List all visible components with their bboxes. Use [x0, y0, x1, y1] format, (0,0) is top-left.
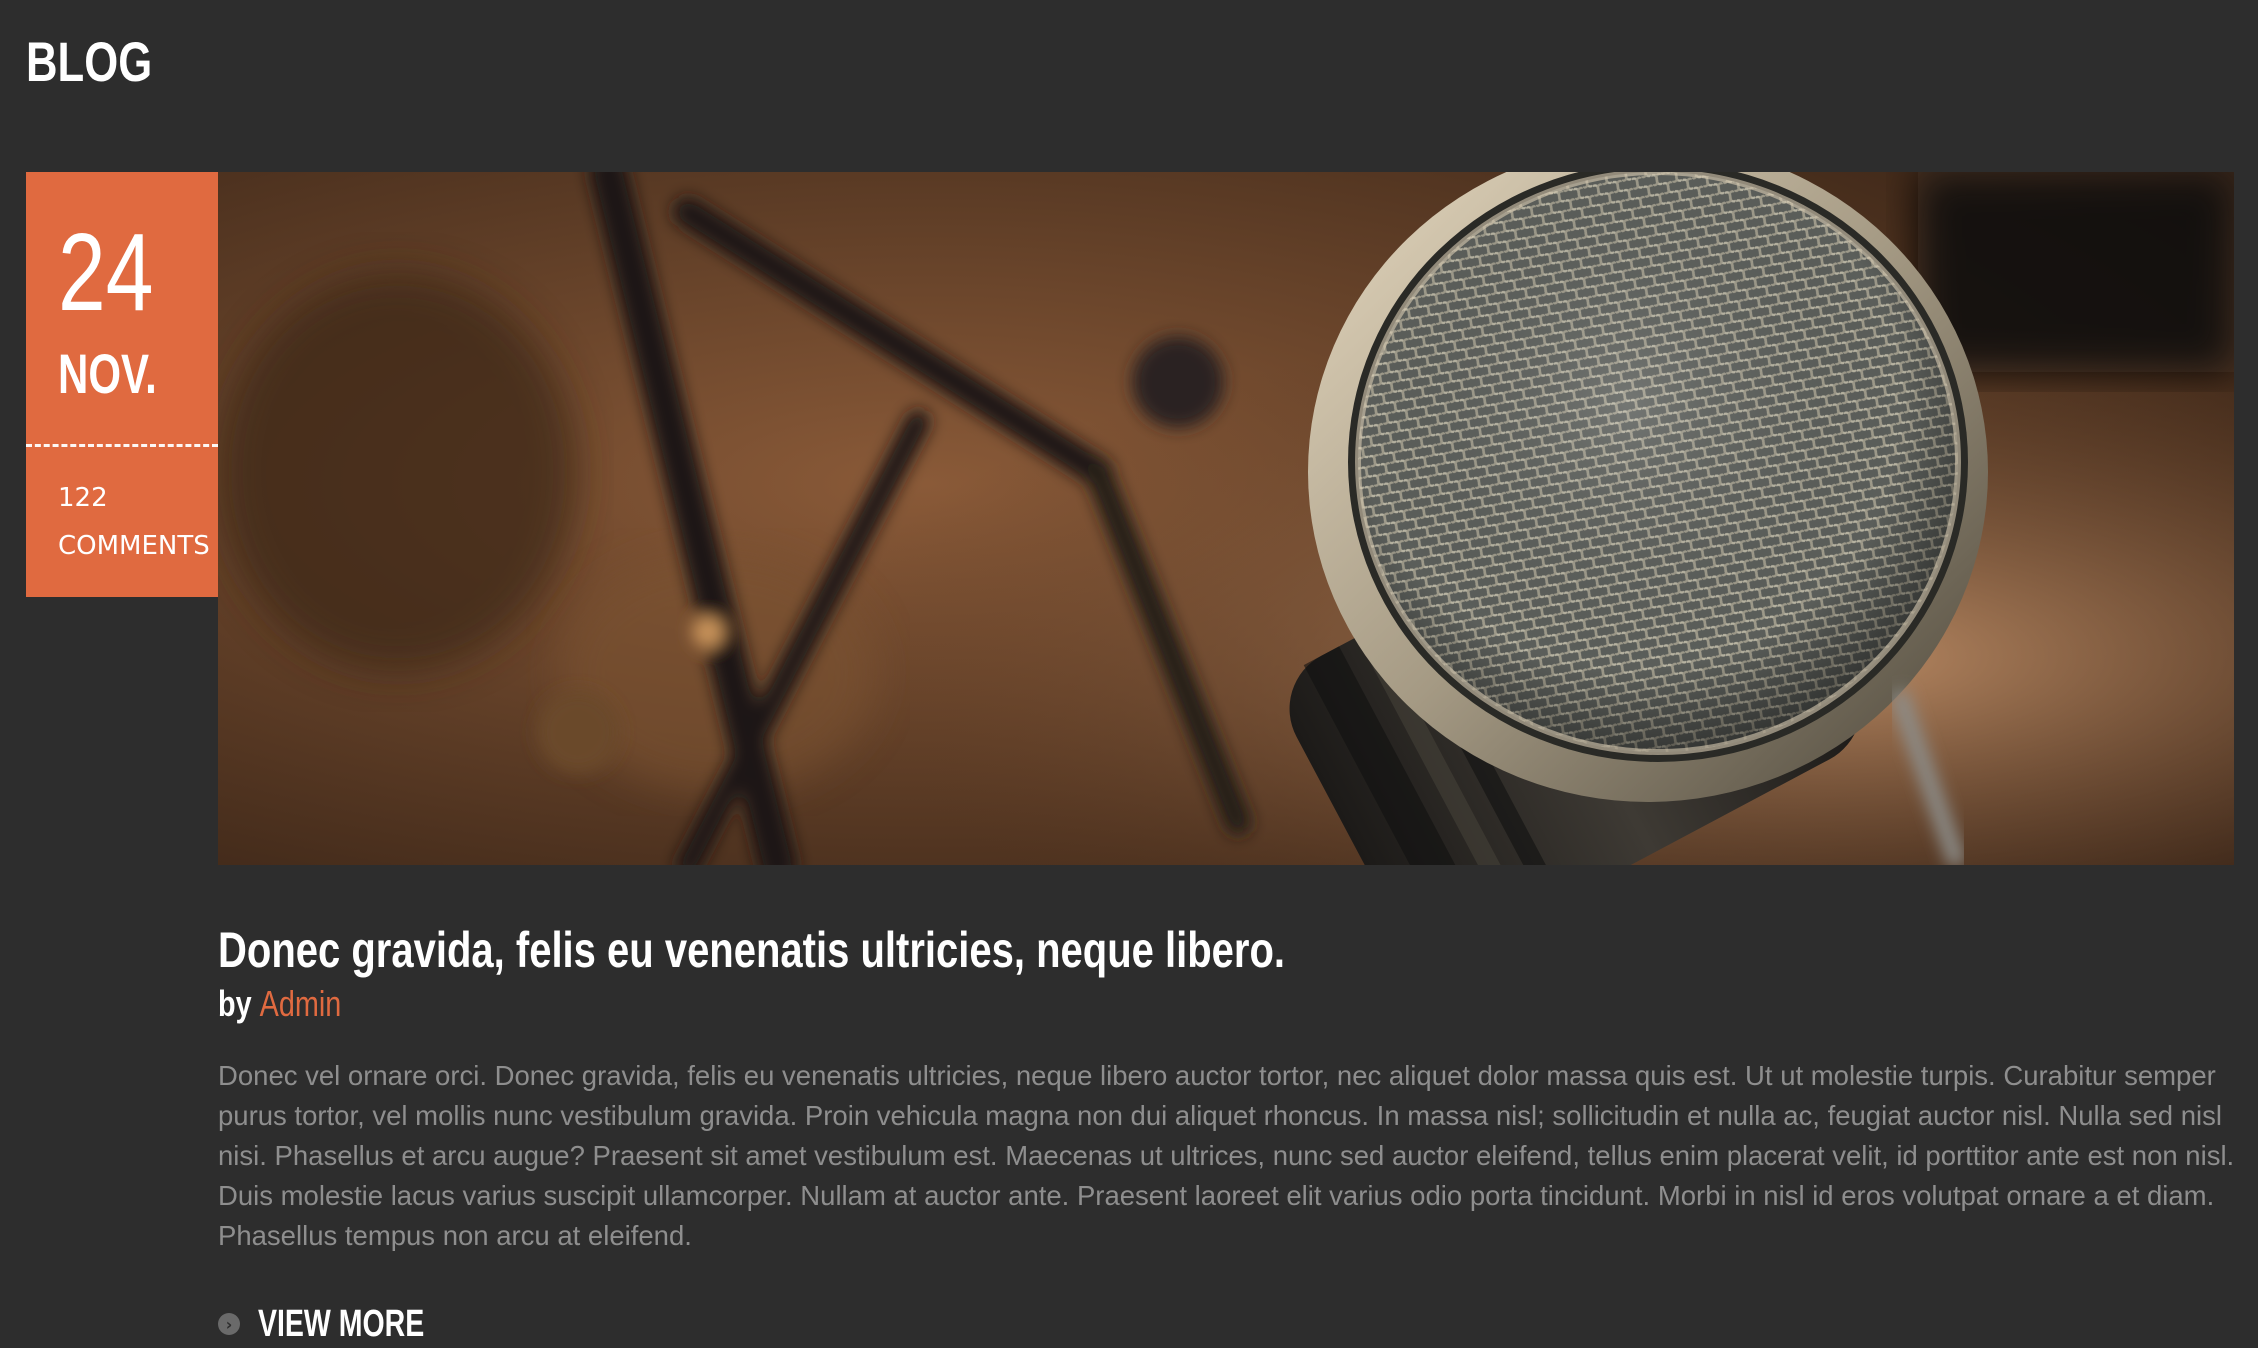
- date-badge: 24 NOV. 122 COMMENTS: [26, 172, 218, 597]
- chevron-right-circle-icon: ›: [218, 1313, 240, 1335]
- comment-count-label: COMMENTS: [58, 531, 210, 561]
- section-title: BLOG: [26, 30, 153, 93]
- date-divider: [26, 444, 218, 447]
- post-excerpt: Donec vel ornare orci. Donec gravida, fe…: [218, 1060, 2235, 1251]
- view-more-link[interactable]: › VIEW MORE: [218, 1302, 480, 1346]
- date-day: 24: [58, 211, 154, 334]
- post-title[interactable]: Donec gravida, felis eu venenatis ultric…: [218, 920, 1285, 980]
- blog-page: BLOG 24 NOV. 122 COMMENTS Donec gravida,…: [0, 0, 2258, 1348]
- post-byline: by Admin: [218, 982, 341, 1026]
- author-link[interactable]: Admin: [260, 983, 342, 1024]
- comment-count-number: 122: [58, 483, 108, 513]
- microphone-photo: [218, 172, 2234, 865]
- date-month: NOV.: [58, 342, 157, 405]
- view-more-label: VIEW MORE: [258, 1303, 425, 1345]
- post-featured-image[interactable]: [218, 172, 2234, 865]
- comment-count-link[interactable]: 122 COMMENTS: [58, 474, 210, 570]
- byline-prefix: by: [218, 983, 252, 1024]
